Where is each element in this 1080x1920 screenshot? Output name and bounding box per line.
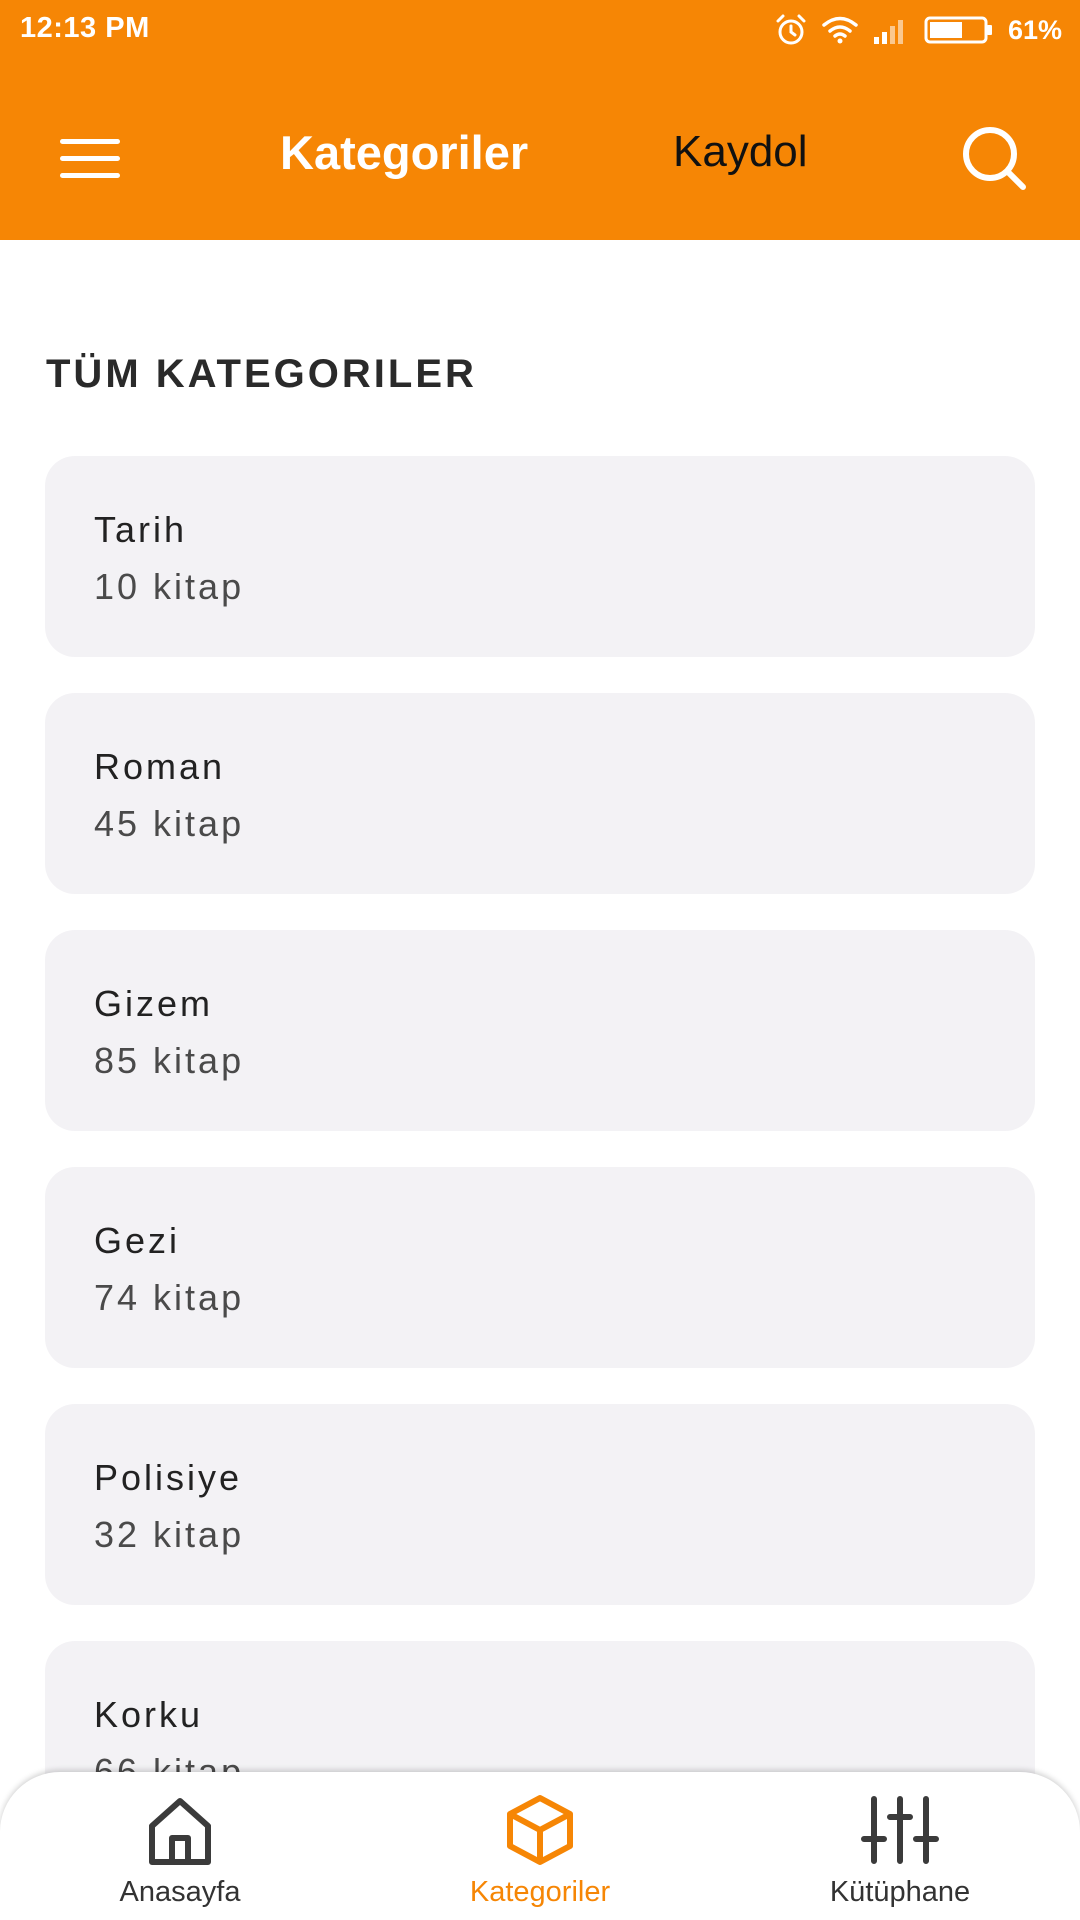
category-book-count: 10 kitap [94, 566, 245, 607]
nav-item-categories[interactable]: Kategoriler [420, 1772, 660, 1920]
category-name: Polisiye [94, 1457, 243, 1498]
status-bar: 12:13 PM 61% [0, 0, 1080, 60]
search-icon [960, 124, 1028, 197]
category-name: Tarih [94, 509, 188, 550]
category-book-count: 85 kitap [94, 1040, 245, 1081]
category-name: Roman [94, 746, 226, 787]
bottom-navigation: Anasayfa Kategoriler Kütüphane [0, 1772, 1080, 1920]
nav-label: Kütüphane [829, 1876, 971, 1908]
box-icon [500, 1790, 580, 1870]
menu-button[interactable] [42, 115, 138, 207]
category-book-count: 45 kitap [94, 803, 245, 844]
nav-item-home[interactable]: Anasayfa [60, 1772, 300, 1920]
nav-label: Anasayfa [119, 1876, 241, 1908]
page-title: Kategoriler [280, 126, 529, 179]
alarm-icon [774, 13, 808, 47]
nav-label: Kategoriler [469, 1876, 611, 1908]
category-card[interactable]: Gezi 74 kitap [45, 1167, 1035, 1368]
wifi-icon [822, 15, 858, 45]
category-name: Gizem [94, 983, 214, 1024]
signal-icon [872, 15, 910, 45]
app-bar: Kategoriler Kaydol [0, 60, 1080, 240]
status-icons: 61% [760, 10, 1062, 50]
category-name: Korku [94, 1694, 204, 1735]
category-card[interactable]: Tarih 10 kitap [45, 456, 1035, 657]
category-book-count: 74 kitap [94, 1277, 245, 1318]
category-card[interactable]: Roman 45 kitap [45, 693, 1035, 894]
category-list: Tarih 10 kitap Roman 45 kitap Gizem 85 k… [45, 456, 1035, 1878]
category-name: Gezi [94, 1220, 181, 1261]
section-title: TÜM KATEGORILER [46, 352, 477, 396]
sliders-icon [860, 1790, 940, 1870]
top-header: 12:13 PM 61% Kategoriler Kaydol [0, 0, 1080, 240]
status-time: 12:13 PM [20, 12, 150, 44]
battery-percent: 61% [1007, 14, 1062, 45]
menu-icon [58, 135, 122, 188]
category-card[interactable]: Polisiye 32 kitap [45, 1404, 1035, 1605]
nav-item-library[interactable]: Kütüphane [780, 1772, 1020, 1920]
category-book-count: 32 kitap [94, 1514, 245, 1555]
home-icon [140, 1790, 220, 1870]
battery-icon [924, 15, 994, 45]
signup-button[interactable]: Kaydol [673, 127, 808, 177]
search-button[interactable] [944, 110, 1044, 210]
category-card[interactable]: Gizem 85 kitap [45, 930, 1035, 1131]
